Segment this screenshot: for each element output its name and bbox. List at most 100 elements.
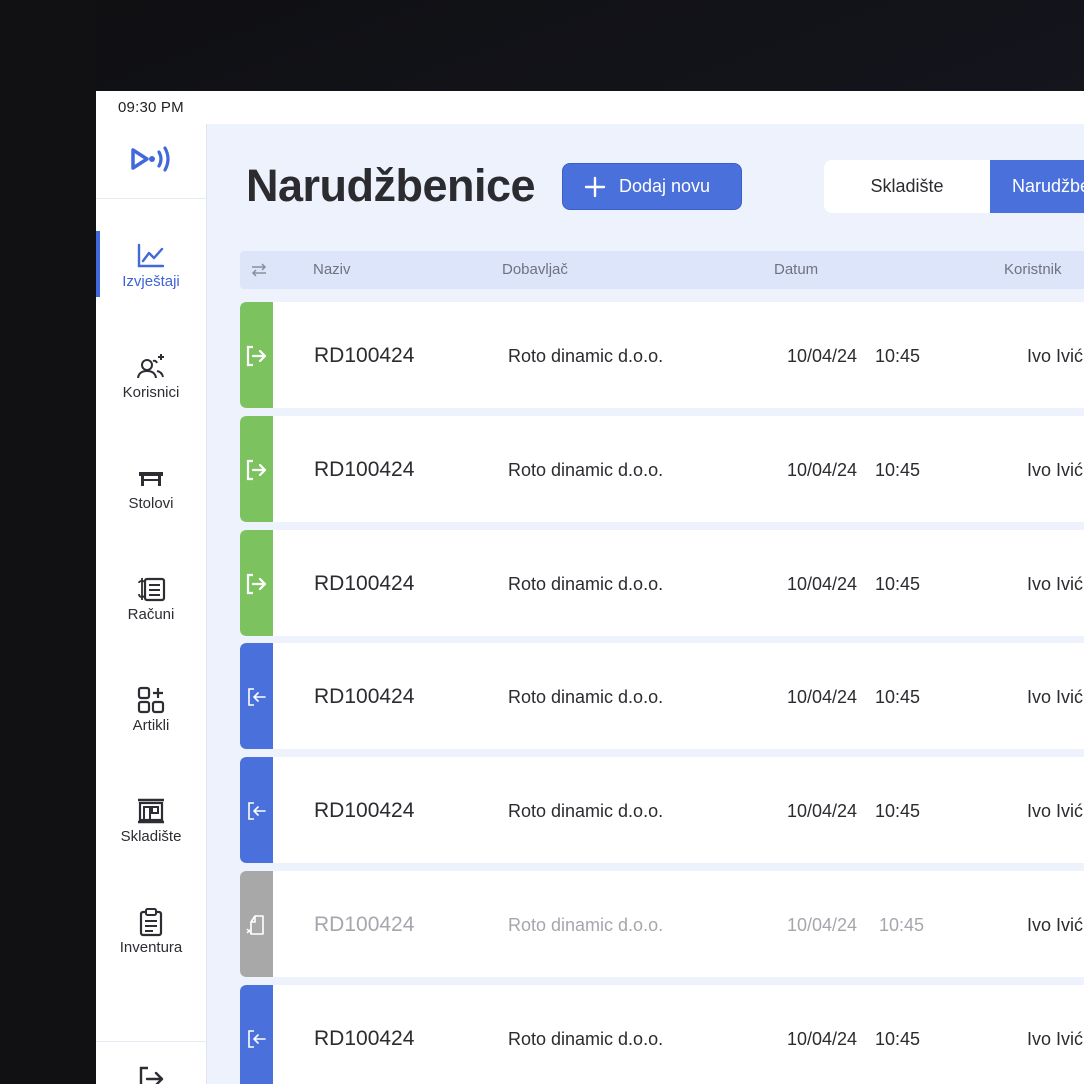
import-icon [248,688,266,707]
order-date: 10/04/24 [787,573,858,594]
receipt-icon [138,577,166,602]
swap-arrows-icon[interactable] [250,261,268,279]
order-time: 10:45 [875,687,921,708]
order-code: RD100424 [314,685,415,709]
order-date: 10/04/24 [787,459,858,480]
clipboard-icon [139,908,163,937]
chart-line-icon [137,243,165,268]
user-name: Ivo Ivić [1027,801,1084,822]
sidebar-item-stolovi[interactable]: Stolovi [96,453,206,549]
status-strip [240,643,273,750]
table-row[interactable]: RD100424 Roto dinamic d.o.o. 10/04/24 10:45… [240,984,1084,1084]
user-name: Ivo Ivić [1027,573,1084,594]
add-new-button[interactable]: Dodaj novu [562,163,742,210]
sidebar-item-label: Izvještaji [122,273,180,290]
export-icon [246,459,267,480]
order-code: RD100424 [314,1026,415,1050]
supplier-name: Roto dinamic d.o.o. [508,1028,664,1049]
order-date: 10/04/24 [787,915,858,935]
table-row[interactable]: RD100424 Roto dinamic d.o.o. 10/04/24 10:45… [240,302,1084,408]
order-time: 10:45 [875,801,921,822]
import-icon [248,1029,266,1048]
order-time: 10:45 [875,346,921,366]
order-date: 10/04/24 [787,1028,858,1049]
sidebar-item-label: Skladište [120,828,182,845]
background-left [0,0,96,1084]
status-strip [240,984,273,1084]
order-code: RD100424 [314,571,415,595]
order-date: 10/04/24 [787,801,858,822]
warehouse-icon [138,798,164,824]
sidebar-item-racuni[interactable]: Računi [96,564,206,660]
table-row[interactable]: RD100424 Roto dinamic d.o.o. 10/04/24 10:45… [240,757,1084,864]
sidebar-item-korisnici[interactable]: Korisnici [96,342,206,438]
table-row[interactable]: RD100424 Roto dinamic d.o.o. 10/04/24 10:45… [240,529,1084,636]
sidebar-item-artikli[interactable]: Artikli [96,675,206,771]
order-code: RD100424 [314,913,415,936]
order-time: 10:45 [879,915,925,935]
grid-add-icon [137,686,165,714]
table-header: Naziv Dobavljač Datum Koristnik [240,251,1084,289]
cancelled-document-icon [246,915,264,935]
divider [96,198,206,199]
clock: 09:30 PM [118,99,184,116]
status-strip [240,871,273,977]
app-screen: 09:30 PM Izvještaji Korisnici Stolovi Ra… [96,91,1084,1084]
user-name: Ivo Ivić [1027,687,1084,708]
table-row[interactable]: RD100424 Roto dinamic d.o.o. 10/04/24 10:45… [240,415,1084,522]
sidebar-item-label: Artikli [132,717,170,734]
sidebar-item-label: Računi [127,606,175,623]
export-icon [246,573,267,594]
add-new-label: Dodaj novu [619,176,711,196]
order-date: 10/04/24 [787,687,858,708]
order-time: 10:45 [875,459,921,480]
supplier-name: Roto dinamic d.o.o. [508,459,664,480]
logout-icon[interactable] [136,1064,166,1084]
user-name: Ivo Ivić [1027,459,1084,480]
user-name: Ivo Ivić [1027,915,1084,935]
order-code: RD100424 [314,344,415,367]
table-row[interactable]: RD100424 Roto dinamic d.o.o. 10/04/24 10:45… [240,643,1084,750]
supplier-name: Roto dinamic d.o.o. [508,801,664,822]
status-bar: 09:30 PM [96,91,1084,124]
table-row[interactable]: RD100424 Roto dinamic d.o.o. 10/04/24 10:45… [240,871,1084,977]
order-time: 10:45 [875,1028,921,1049]
column-header-datum[interactable]: Datum [774,261,818,278]
divider [96,1041,206,1042]
logo-icon[interactable] [129,142,173,176]
user-name: Ivo Ivić [1027,1028,1084,1049]
order-code: RD100424 [314,799,415,823]
column-header-koristnik[interactable]: Koristnik [1004,261,1062,278]
status-strip [240,302,273,408]
column-header-naziv[interactable]: Naziv [313,261,351,278]
column-header-dobavljac[interactable]: Dobavljač [502,261,568,278]
supplier-name: Roto dinamic d.o.o. [508,346,664,366]
tab-skladiste[interactable]: Skladište [824,160,990,213]
supplier-name: Roto dinamic d.o.o. [508,915,664,935]
table-icon [139,472,163,486]
supplier-name: Roto dinamic d.o.o. [508,573,664,594]
status-strip [240,529,273,636]
order-code: RD100424 [314,457,415,481]
order-time: 10:45 [875,573,921,594]
main-content: Narudžbenice Dodaj novu Skladište Narudž… [207,124,1084,1084]
import-icon [248,802,266,820]
plus-icon [584,176,606,198]
sidebar-item-inventura[interactable]: Inventura [96,897,206,993]
sidebar: Izvještaji Korisnici Stolovi Računi Arti… [96,124,207,1084]
users-add-icon [137,354,164,379]
sidebar-item-label: Stolovi [128,495,174,512]
sidebar-item-label: Inventura [119,939,183,956]
supplier-name: Roto dinamic d.o.o. [508,687,664,708]
status-strip [240,415,273,522]
tab-narudzbenice[interactable]: Narudžbenice [990,160,1084,213]
order-date: 10/04/24 [787,346,858,366]
export-icon [246,345,267,367]
status-strip [240,757,273,864]
view-switcher: Skladište Narudžbenice [824,160,1084,213]
page-title: Narudžbenice [246,160,536,211]
sidebar-item-label: Korisnici [122,384,180,401]
user-name: Ivo Ivić [1027,346,1084,366]
sidebar-item-skladiste[interactable]: Skladište [96,786,206,882]
sidebar-item-izvjestaji[interactable]: Izvještaji [96,231,206,327]
